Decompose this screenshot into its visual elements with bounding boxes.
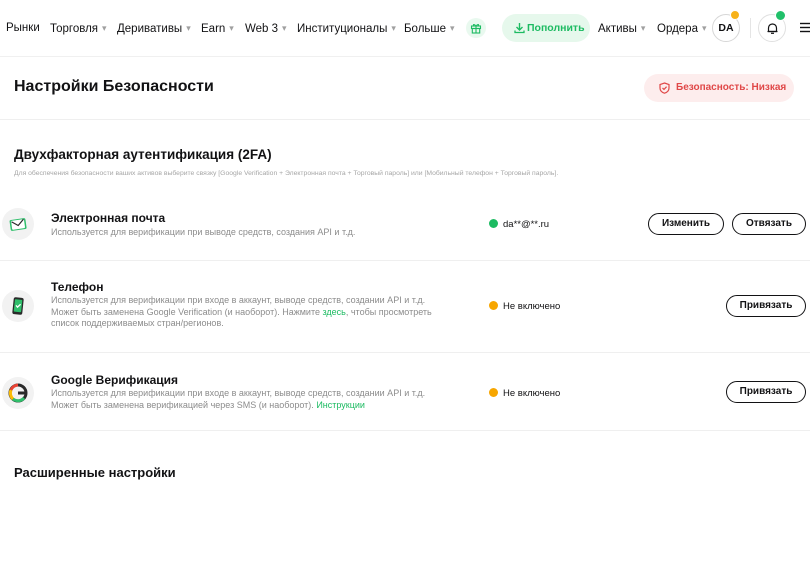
warning-circle-icon (489, 301, 498, 310)
nav-item-label: Институционалы (297, 23, 388, 35)
phone-description: Используется для верификации при входе в… (51, 295, 451, 330)
chevron-down-icon: ▾ (701, 23, 707, 33)
section-title-2fa: Двухфакторная аутентификация (2FA) (14, 147, 272, 162)
instructions-link[interactable]: Инструкции (316, 400, 365, 410)
2fa-row-phone: Телефон Используется для верификации при… (0, 272, 810, 352)
phone-row-icon (2, 290, 34, 322)
chevron-down-icon: ▾ (450, 23, 455, 33)
gift-button[interactable] (466, 18, 486, 38)
nav-item-label: Торговля (50, 23, 99, 35)
unbind-email-button[interactable]: Отвязать (732, 213, 806, 235)
google-authenticator-icon (8, 383, 28, 403)
change-email-button[interactable]: Изменить (648, 213, 724, 235)
nav-item-more[interactable]: Больше ▾ (404, 21, 455, 36)
nav-item-markets[interactable]: Рынки (6, 21, 40, 35)
chevron-down-icon: ▾ (640, 23, 646, 33)
notification-badge (775, 10, 786, 21)
section-description-2fa: Для обеспечения безопасности ваших актив… (14, 170, 559, 177)
chevron-down-icon: ▾ (102, 23, 107, 33)
deposit-button[interactable]: Пополнить (502, 14, 590, 42)
2fa-row-email: Электронная почта Используется для вериф… (0, 200, 810, 260)
nav-item-assets[interactable]: Активы ▾ (598, 21, 645, 36)
shield-icon (659, 82, 670, 94)
nav-item-orders[interactable]: Ордера ▾ (657, 21, 707, 36)
nav-item-trade[interactable]: Торговля ▾ (50, 21, 107, 36)
avatar-notification-badge (730, 10, 740, 20)
email-row-icon (2, 208, 34, 240)
2fa-row-google: Google Верификация Используется для вери… (0, 364, 810, 430)
nav-item-institutional[interactable]: Институционалы ▾ (297, 21, 396, 36)
security-level-label: Безопасность: Низкая (676, 82, 787, 93)
phone-status: Не включено (489, 301, 560, 312)
nav-item-derivatives[interactable]: Деривативы ▾ (117, 21, 191, 36)
google-row-icon (2, 377, 34, 409)
nav-item-label: Earn (201, 23, 226, 35)
supported-regions-link[interactable]: здесь (322, 307, 345, 317)
divider (0, 352, 810, 353)
divider (0, 430, 810, 431)
nav-item-label: Активы (598, 23, 637, 35)
chevron-down-icon: ▾ (391, 23, 396, 33)
email-title: Электронная почта (51, 211, 166, 225)
deposit-label: Пополнить (527, 22, 585, 34)
section-title-advanced: Расширенные настройки (14, 465, 176, 480)
divider (750, 18, 751, 38)
nav-item-label: Рынки (6, 22, 40, 34)
nav-item-earn[interactable]: Earn ▾ (201, 21, 234, 36)
nav-item-label: Деривативы (117, 23, 183, 35)
phone-title: Телефон (51, 280, 104, 294)
top-navigation: Рынки Торговля ▾ Деривативы ▾ Earn ▾ Web 3 ▾… (0, 0, 810, 57)
google-description-text: Используется для верификации при входе в… (51, 388, 426, 410)
envelope-icon (9, 218, 27, 231)
chevron-down-icon: ▾ (229, 23, 234, 33)
bell-icon (767, 23, 778, 34)
chevron-down-icon: ▾ (186, 23, 191, 33)
divider (0, 260, 810, 261)
nav-item-label: Web 3 (245, 23, 279, 35)
divider (0, 119, 810, 120)
download-icon (514, 23, 525, 34)
chevron-down-icon: ▾ (282, 23, 287, 33)
warning-circle-icon (489, 388, 498, 397)
hamburger-icon[interactable] (800, 22, 810, 33)
google-title: Google Верификация (51, 373, 179, 387)
email-status-text: da**@**.ru (503, 219, 550, 230)
google-status: Не включено (489, 388, 560, 399)
security-level-badge[interactable]: Безопасность: Низкая (644, 74, 794, 102)
google-status-text: Не включено (503, 388, 561, 399)
nav-item-label: Больше (404, 23, 447, 35)
nav-item-web3[interactable]: Web 3 ▾ (245, 21, 287, 36)
email-description: Используется для верификации при выводе … (51, 227, 356, 237)
nav-item-label: Ордера (657, 23, 698, 35)
bind-phone-button[interactable]: Привязать (726, 295, 806, 317)
page-title: Настройки Безопасности (14, 78, 214, 95)
google-description: Используется для верификации при входе в… (51, 388, 451, 411)
bind-google-button[interactable]: Привязать (726, 381, 806, 403)
phone-status-text: Не включено (503, 301, 561, 312)
email-status: da**@**.ru (489, 219, 549, 230)
check-circle-icon (489, 219, 498, 228)
gift-icon (470, 24, 482, 34)
avatar-initials: DA (718, 22, 734, 34)
phone-icon (12, 297, 24, 315)
